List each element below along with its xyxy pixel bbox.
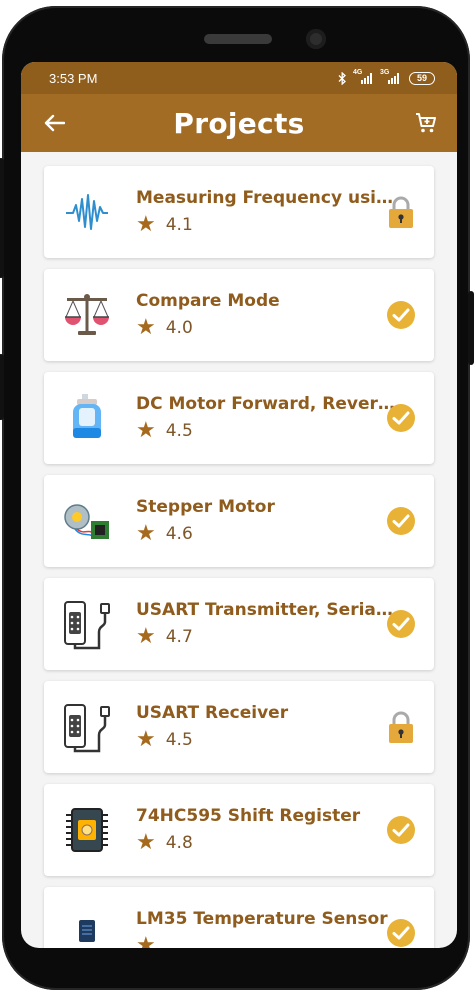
project-card[interactable]: DC Motor Forward, Reverse, … ★ 4.5 <box>44 372 434 464</box>
project-card[interactable]: 74HC595 Shift Register ★ 4.8 <box>44 784 434 876</box>
rating-value: 4.1 <box>165 215 193 235</box>
project-card[interactable]: USART Receiver ★ 4.5 <box>44 681 434 773</box>
star-icon: ★ <box>136 933 156 949</box>
cart-button[interactable] <box>413 110 439 136</box>
app-bar: Projects <box>21 94 457 152</box>
battery-icon: 59 <box>409 71 435 85</box>
project-card[interactable]: Compare Mode ★ 4.0 <box>44 269 434 361</box>
check-circle-icon <box>386 607 416 641</box>
rating-value: 4.5 <box>165 421 193 441</box>
signal-icon-2: 3G <box>380 69 399 84</box>
stepper-motor-icon <box>60 494 114 548</box>
bluetooth-icon <box>338 71 346 85</box>
earpiece-speaker <box>204 34 272 44</box>
status-bar: 3:53 PM 4G 3G 59 <box>21 62 457 94</box>
star-icon: ★ <box>136 830 156 855</box>
check-circle-icon <box>386 813 416 847</box>
front-camera <box>306 29 326 49</box>
rating-value: 4.5 <box>165 730 193 750</box>
balance-scale-icon <box>60 288 114 342</box>
serial-connector-icon <box>60 597 114 651</box>
project-list: Measuring Frequency using … ★ 4.1 Compar… <box>21 152 457 948</box>
side-button-right <box>468 291 474 365</box>
waveform-icon <box>60 185 114 239</box>
project-title: LM35 Temperature Sensor <box>136 909 388 929</box>
project-title: Stepper Motor <box>136 497 275 517</box>
volume-button <box>0 354 4 420</box>
rating-value: 4.6 <box>165 524 193 544</box>
power-button <box>0 158 4 278</box>
signal-icon: 4G <box>353 69 372 84</box>
star-icon: ★ <box>136 624 156 649</box>
check-circle-icon <box>386 401 416 435</box>
status-icons: 4G 3G 59 <box>338 69 435 85</box>
network-type-label: 4G <box>353 68 363 76</box>
check-circle-icon <box>386 916 416 948</box>
project-card[interactable]: LM35 Temperature Sensor ★ <box>44 887 434 948</box>
project-title: USART Transmitter, Serial … <box>136 600 398 620</box>
project-title: Compare Mode <box>136 291 280 311</box>
star-icon: ★ <box>136 727 156 752</box>
check-circle-icon <box>386 298 416 332</box>
project-title: DC Motor Forward, Reverse, … <box>136 394 398 414</box>
star-icon: ★ <box>136 212 156 237</box>
rating-value: 4.7 <box>165 627 193 647</box>
star-icon: ★ <box>136 521 156 546</box>
star-icon: ★ <box>136 418 156 443</box>
temperature-sensor-icon <box>60 906 114 948</box>
project-title: USART Receiver <box>136 703 289 723</box>
phone-frame: 3:53 PM 4G 3G 59 Projects Measuring Freq… <box>0 6 474 990</box>
lock-icon <box>386 195 416 229</box>
network-type-label-2: 3G <box>380 68 390 76</box>
lock-icon <box>386 710 416 744</box>
back-button[interactable] <box>41 110 67 136</box>
screen: 3:53 PM 4G 3G 59 Projects Measuring Freq… <box>21 62 457 948</box>
project-card[interactable]: Measuring Frequency using … ★ 4.1 <box>44 166 434 258</box>
project-card[interactable]: Stepper Motor ★ 4.6 <box>44 475 434 567</box>
arrow-left-icon <box>44 114 65 132</box>
project-title: 74HC595 Shift Register <box>136 806 361 826</box>
project-title: Measuring Frequency using … <box>136 188 398 208</box>
project-card[interactable]: USART Transmitter, Serial … ★ 4.7 <box>44 578 434 670</box>
cart-icon <box>416 113 436 133</box>
dc-motor-icon <box>60 391 114 445</box>
rating-value: 4.8 <box>165 833 193 853</box>
page-title: Projects <box>173 106 305 140</box>
star-icon: ★ <box>136 315 156 340</box>
serial-connector-icon <box>60 700 114 754</box>
chip-icon <box>60 803 114 857</box>
rating-value: 4.0 <box>165 318 193 338</box>
battery-level: 59 <box>416 73 427 83</box>
status-time: 3:53 PM <box>49 70 98 86</box>
check-circle-icon <box>386 504 416 538</box>
